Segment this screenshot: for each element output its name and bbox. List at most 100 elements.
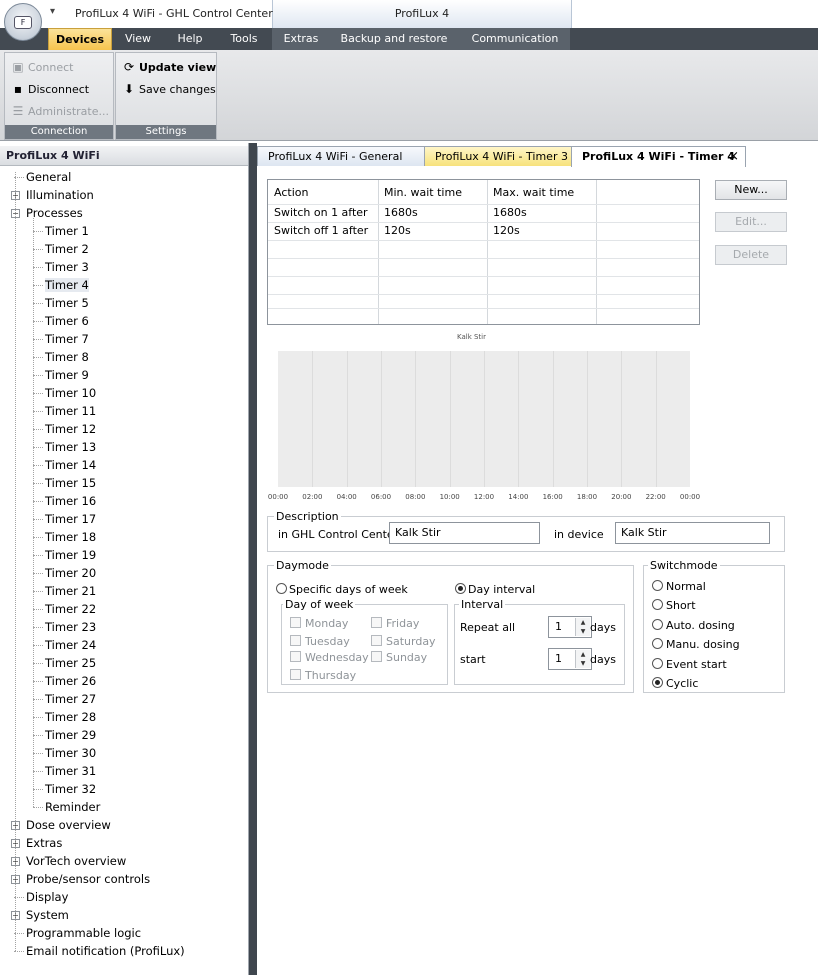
switchmode-event-start-radio[interactable]	[652, 658, 663, 669]
saturday-checkbox[interactable]	[371, 635, 382, 646]
tree-item-timer-19[interactable]: Timer 19	[45, 546, 96, 564]
start-spinner[interactable]: 1 ▲ ▼	[548, 648, 592, 670]
tree-item-timer-15[interactable]: Timer 15	[45, 474, 96, 492]
tree-item-timer-25[interactable]: Timer 25	[45, 654, 96, 672]
switchmode-cyclic-radio[interactable]	[652, 677, 663, 688]
menu-tab-help[interactable]: Help	[170, 28, 210, 50]
tree-item-timer-29[interactable]: Timer 29	[45, 726, 96, 744]
table-cell[interactable]: 1680s	[487, 204, 527, 222]
tree-item-timer-10[interactable]: Timer 10	[45, 384, 96, 402]
tree-item-timer-11[interactable]: Timer 11	[45, 402, 96, 420]
tree-item-timer-30[interactable]: Timer 30	[45, 744, 96, 762]
panel-splitter[interactable]	[249, 143, 257, 975]
action-table[interactable]: Action Min. wait time Max. wait time Swi…	[267, 179, 700, 325]
doc-tab-general[interactable]: ProfiLux 4 WiFi - General	[257, 146, 425, 166]
tree-item-timer-17[interactable]: Timer 17	[45, 510, 96, 528]
table-cell[interactable]: 120s	[487, 222, 520, 240]
monday-checkbox[interactable]	[290, 617, 301, 628]
tree-item-timer-31[interactable]: Timer 31	[45, 762, 96, 780]
tree-item-system[interactable]: System	[26, 906, 69, 924]
doc-tab-timer4[interactable]: ProfiLux 4 WiFi - Timer 4 ×	[571, 146, 746, 167]
table-cell[interactable]: 1680s	[378, 204, 418, 222]
switchmode-short-radio[interactable]	[652, 599, 663, 610]
column-header-action[interactable]: Action	[268, 184, 308, 202]
spinner-arrows[interactable]: ▲ ▼	[575, 650, 590, 668]
up-arrow-icon[interactable]: ▲	[576, 618, 590, 627]
tree-item-timer-24[interactable]: Timer 24	[45, 636, 96, 654]
tree-item-extras[interactable]: Extras	[26, 834, 62, 852]
thursday-checkbox[interactable]	[290, 669, 301, 680]
specific-days-radio[interactable]	[276, 583, 287, 594]
column-header-max-wait[interactable]: Max. wait time	[487, 184, 574, 202]
tree-item-timer-7[interactable]: Timer 7	[45, 330, 89, 348]
tree-item-timer-8[interactable]: Timer 8	[45, 348, 89, 366]
tree-item-timer-1[interactable]: Timer 1	[45, 222, 89, 240]
switchmode-manu-dosing-radio[interactable]	[652, 638, 663, 649]
tree-item-dose-overview[interactable]: Dose overview	[26, 816, 111, 834]
tree-item-timer-3[interactable]: Timer 3	[45, 258, 89, 276]
tree-item-timer-4[interactable]: Timer 4	[45, 276, 89, 294]
connect-button[interactable]: ▣ Connect	[11, 57, 73, 77]
tuesday-checkbox[interactable]	[290, 635, 301, 646]
wednesday-checkbox[interactable]	[290, 651, 301, 662]
close-tab-icon[interactable]: ×	[728, 147, 739, 167]
switchmode-normal-radio[interactable]	[652, 580, 663, 591]
tree-item-timer-18[interactable]: Timer 18	[45, 528, 96, 546]
tree-item-timer-14[interactable]: Timer 14	[45, 456, 96, 474]
tree-item-programmable-logic[interactable]: Programmable logic	[26, 924, 141, 942]
table-cell[interactable]: 120s	[378, 222, 411, 240]
tree-item-illumination[interactable]: Illumination	[26, 186, 94, 204]
day-interval-radio[interactable]	[455, 583, 466, 594]
tree-item-display[interactable]: Display	[26, 888, 68, 906]
disconnect-button[interactable]: ▪ Disconnect	[11, 79, 89, 99]
tree-item-timer-5[interactable]: Timer 5	[45, 294, 89, 312]
save-changes-button[interactable]: ⬇ Save changes	[122, 79, 216, 99]
tree-item-email-notification-profilux[interactable]: Email notification (ProfiLux)	[26, 942, 185, 960]
tree-item-timer-20[interactable]: Timer 20	[45, 564, 96, 582]
edit-button[interactable]: Edit...	[715, 212, 787, 232]
column-header-min-wait[interactable]: Min. wait time	[378, 184, 462, 202]
switchmode-auto-dosing-radio[interactable]	[652, 619, 663, 630]
tree-item-vortech-overview[interactable]: VorTech overview	[26, 852, 126, 870]
menu-tab-devices[interactable]: Devices	[48, 28, 112, 51]
tree-item-timer-21[interactable]: Timer 21	[45, 582, 96, 600]
tree-item-timer-12[interactable]: Timer 12	[45, 420, 96, 438]
menu-tab-backup[interactable]: Backup and restore	[336, 28, 452, 50]
doc-tab-timer3[interactable]: ProfiLux 4 WiFi - Timer 3	[424, 146, 572, 166]
friday-checkbox[interactable]	[371, 617, 382, 628]
sunday-checkbox[interactable]	[371, 651, 382, 662]
tree-item-timer-28[interactable]: Timer 28	[45, 708, 96, 726]
tree-item-probe-sensor-controls[interactable]: Probe/sensor controls	[26, 870, 150, 888]
tree-item-timer-9[interactable]: Timer 9	[45, 366, 89, 384]
tree-item-general[interactable]: General	[26, 168, 71, 186]
administrate-button[interactable]: ☰ Administrate...	[11, 101, 109, 121]
menu-tab-communication[interactable]: Communication	[466, 28, 564, 50]
tree-item-timer-16[interactable]: Timer 16	[45, 492, 96, 510]
menu-tab-tools[interactable]: Tools	[222, 28, 266, 50]
tree-item-timer-32[interactable]: Timer 32	[45, 780, 96, 798]
device-name-input[interactable]: Kalk Stir	[615, 522, 770, 544]
gcc-name-input[interactable]: Kalk Stir	[389, 522, 540, 544]
down-arrow-icon[interactable]: ▼	[576, 659, 590, 668]
new-button[interactable]: New...	[715, 180, 787, 200]
quick-access-dropdown-icon[interactable]: ▾	[50, 6, 55, 17]
tree-item-timer-13[interactable]: Timer 13	[45, 438, 96, 456]
up-arrow-icon[interactable]: ▲	[576, 650, 590, 659]
tree-item-timer-6[interactable]: Timer 6	[45, 312, 89, 330]
spinner-arrows[interactable]: ▲ ▼	[575, 618, 590, 636]
table-cell[interactable]: Switch off 1 after	[268, 222, 368, 240]
tree-item-timer-26[interactable]: Timer 26	[45, 672, 96, 690]
menu-tab-view[interactable]: View	[118, 28, 158, 50]
tree-item-processes[interactable]: Processes	[26, 204, 83, 222]
table-cell[interactable]: Switch on 1 after	[268, 204, 368, 222]
delete-button[interactable]: Delete	[715, 245, 787, 265]
tree-item-reminder[interactable]: Reminder	[45, 798, 100, 816]
tree-item-timer-22[interactable]: Timer 22	[45, 600, 96, 618]
tree-item-timer-27[interactable]: Timer 27	[45, 690, 96, 708]
down-arrow-icon[interactable]: ▼	[576, 627, 590, 636]
repeat-all-spinner[interactable]: 1 ▲ ▼	[548, 616, 592, 638]
tree-item-timer-2[interactable]: Timer 2	[45, 240, 89, 258]
tree-item-timer-23[interactable]: Timer 23	[45, 618, 96, 636]
update-view-button[interactable]: ⟳ Update view	[122, 57, 216, 77]
application-button[interactable]: F	[4, 3, 42, 41]
